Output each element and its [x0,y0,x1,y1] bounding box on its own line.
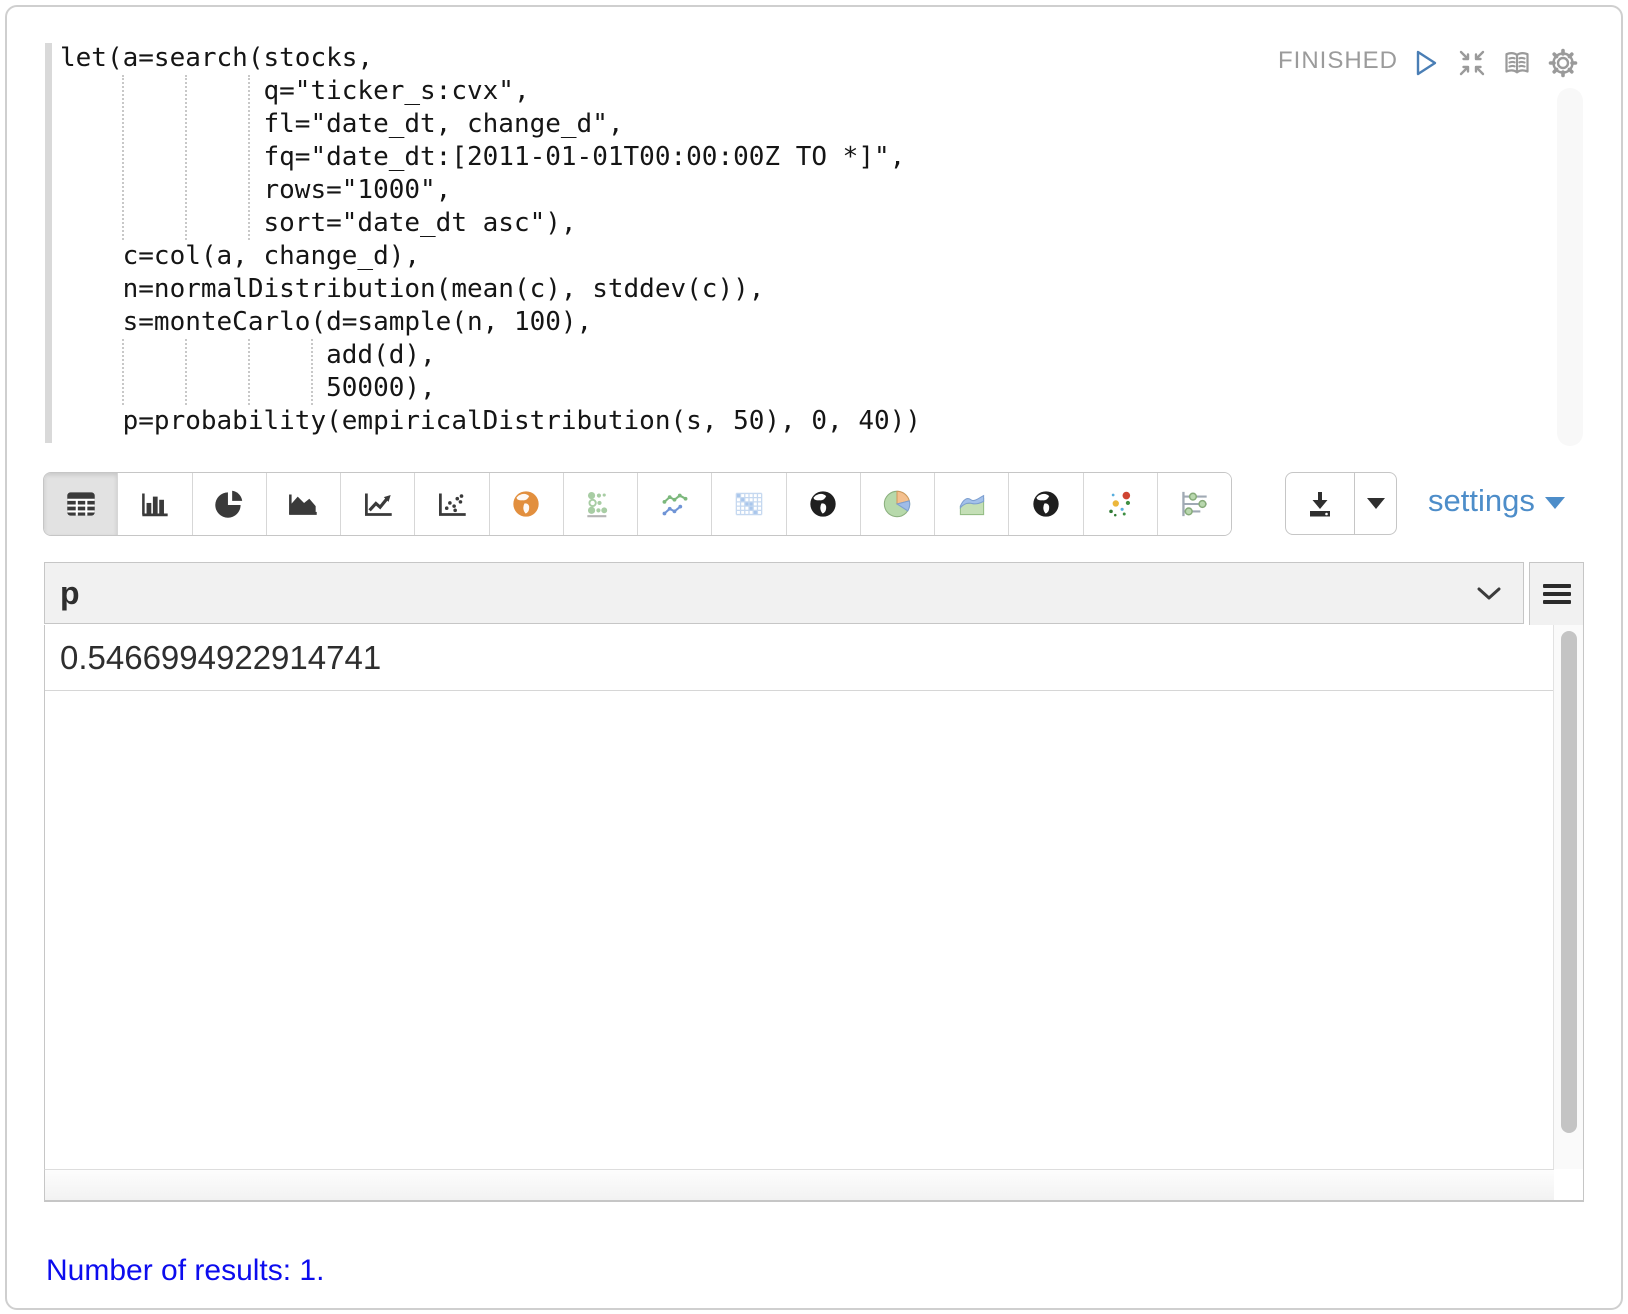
visualization-toolbar [43,472,1232,536]
indent-guide [185,339,187,405]
pie-chart-icon [210,485,248,523]
compress-icon [1455,46,1489,80]
scatter-color-icon [1101,485,1139,523]
play-icon [1408,46,1442,80]
paragraph-status: FINISHED [1278,47,1398,75]
scatter-chart-icon [433,485,471,523]
viz-button-globe-dark-2[interactable] [1008,473,1082,535]
download-button[interactable] [1286,473,1355,534]
viz-button-heatmap[interactable] [711,473,785,535]
table-row: 0.5466994922914741 [45,625,1553,691]
area-chart-color-icon [953,485,991,523]
results-count-text: Number of results: 1. [46,1254,324,1288]
vertical-scrollbar[interactable] [1554,625,1584,1169]
viz-button-sliders[interactable] [1157,473,1231,535]
scrollbar-corner [1554,1169,1584,1202]
column-header-label: p [60,575,80,612]
settings-label: settings [1428,483,1535,519]
multi-line-chart-icon [656,485,694,523]
download-split-button [1285,472,1397,535]
cell-value: 0.5466994922914741 [60,639,381,677]
viz-button-pie-chart-color[interactable] [860,473,934,535]
table-icon [62,485,100,523]
column-header-p[interactable]: p [44,562,1524,624]
chevron-down-icon [1477,587,1501,601]
bubble-chart-icon [581,485,619,523]
viz-button-area-chart-color[interactable] [934,473,1008,535]
hamburger-icon [1543,580,1571,608]
indent-guide [185,75,187,240]
download-options-button[interactable] [1355,473,1396,534]
viz-button-table[interactable] [44,473,117,535]
viz-button-scatter-chart[interactable] [414,473,488,535]
code-editor[interactable]: let(a=search(stocks, q="ticker_s:cvx", f… [60,42,921,438]
horizontal-scrollbar[interactable] [44,1169,1554,1202]
viz-button-bar-chart[interactable] [117,473,191,535]
gear-icon [1546,46,1580,80]
area-chart-icon [284,485,322,523]
indent-guide [122,75,124,240]
globe-dark-icon [1027,485,1065,523]
collapse-button[interactable] [1455,46,1489,80]
viz-button-area-chart[interactable] [266,473,340,535]
vertical-scrollbar-thumb[interactable] [1561,631,1577,1133]
caret-down-icon [1545,497,1565,509]
globe-orange-icon [507,485,545,523]
table-body: 0.5466994922914741 [44,625,1554,1169]
indent-guide [311,339,313,405]
indent-guide [248,75,250,240]
zeppelin-paragraph: let(a=search(stocks, q="ticker_s:cvx", f… [0,0,1628,1314]
bar-chart-icon [136,485,174,523]
viz-button-globe-dark[interactable] [786,473,860,535]
viz-button-multi-line-chart[interactable] [637,473,711,535]
viz-button-globe-orange[interactable] [489,473,563,535]
viz-button-pie-chart[interactable] [192,473,266,535]
pie-chart-color-icon [878,485,916,523]
editor-gutter [45,43,52,443]
result-table: p 0.5466994922914741 [44,562,1584,1202]
book-icon [1500,46,1534,80]
settings-toggle[interactable]: settings [1428,483,1565,519]
indent-guide [122,339,124,405]
heatmap-icon [730,485,768,523]
globe-dark-icon [804,485,842,523]
line-chart-icon [359,485,397,523]
sliders-icon [1175,485,1213,523]
caret-down-icon [1367,498,1385,509]
viz-button-scatter-color[interactable] [1083,473,1157,535]
table-menu-button[interactable] [1529,562,1584,626]
editor-scrollbar-track[interactable] [1557,88,1583,446]
run-button[interactable] [1408,46,1442,80]
download-icon [1303,487,1337,521]
paragraph-settings-button[interactable] [1546,46,1580,80]
indent-guide [248,339,250,405]
viz-button-bubble-chart[interactable] [563,473,637,535]
viz-button-line-chart[interactable] [340,473,414,535]
show-editor-button[interactable] [1500,46,1534,80]
